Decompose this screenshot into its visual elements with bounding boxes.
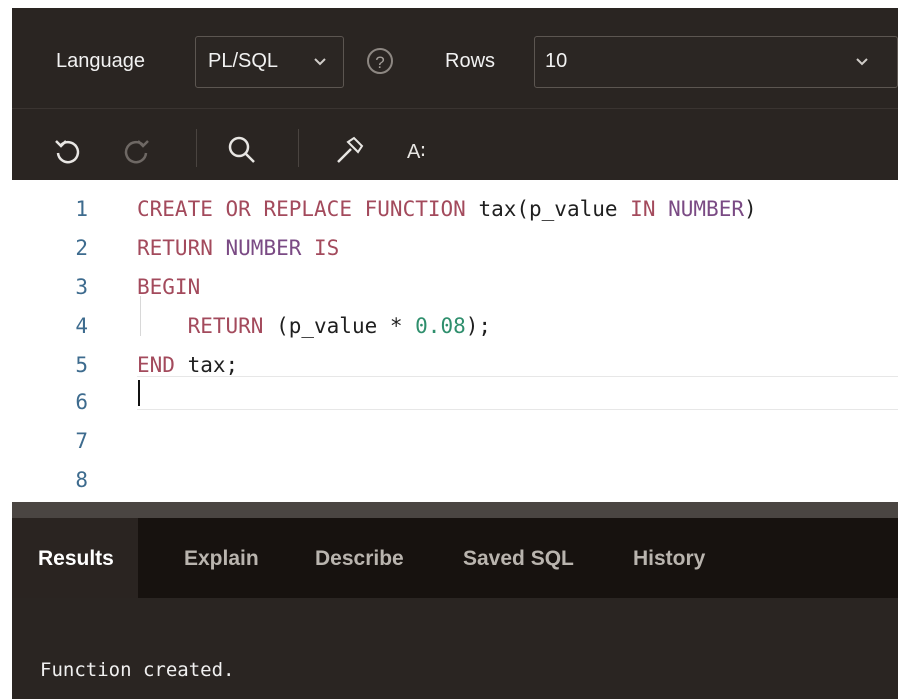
language-value: PL/SQL	[208, 50, 279, 72]
hammer-icon[interactable]	[334, 134, 366, 166]
line-number: 2	[75, 236, 88, 260]
rows-value: 10	[545, 50, 568, 72]
help-icon[interactable]: ?	[367, 48, 393, 74]
line-number-gutter: 1 2 3 4 5 6 7 8	[12, 180, 98, 502]
output-tabs: Results Explain Describe Saved SQL Histo…	[12, 518, 898, 598]
language-label: Language	[56, 50, 145, 72]
code-line-1: CREATE OR REPLACE FUNCTION tax(p_value I…	[137, 197, 757, 221]
tab-results[interactable]: Results	[12, 518, 138, 598]
toolbar-divider	[298, 129, 299, 167]
tab-saved-sql[interactable]: Saved SQL	[463, 518, 574, 598]
rows-select[interactable]: 10	[534, 36, 898, 88]
editor-toolbar: A∶	[12, 108, 898, 189]
redo-icon[interactable]	[122, 136, 152, 166]
tab-history[interactable]: History	[633, 518, 705, 598]
toolbar-divider	[196, 129, 197, 167]
result-message: Function created.	[40, 659, 235, 681]
text-cursor	[138, 380, 140, 406]
current-line-highlight	[137, 376, 898, 410]
line-number: 7	[75, 429, 88, 453]
code-line-4: RETURN (p_value * 0.08);	[187, 314, 492, 338]
chevron-down-icon	[314, 58, 326, 66]
line-number: 5	[75, 353, 88, 377]
chevron-down-icon	[856, 58, 868, 66]
line-number: 6	[75, 390, 88, 414]
search-icon[interactable]	[226, 134, 258, 166]
language-select[interactable]: PL/SQL	[195, 36, 344, 88]
code-line-3: BEGIN	[137, 275, 201, 299]
rows-label: Rows	[445, 50, 496, 72]
left-margin	[0, 0, 12, 699]
undo-icon[interactable]	[52, 136, 82, 166]
tab-explain[interactable]: Explain	[184, 518, 259, 598]
results-panel: Function created.	[12, 598, 898, 699]
line-number: 3	[75, 275, 88, 299]
settings-toolbar: Language PL/SQL ? Rows 10	[12, 8, 898, 108]
code-editor[interactable]: 1 2 3 4 5 6 7 8 CREATE OR REPLACE FUNCTI…	[12, 180, 898, 502]
line-number: 1	[75, 197, 88, 221]
line-number: 4	[75, 314, 88, 338]
code-line-5: END tax;	[137, 353, 239, 377]
code-line-2: RETURN NUMBER IS	[137, 236, 340, 260]
tab-describe[interactable]: Describe	[315, 518, 404, 598]
format-code-button[interactable]: A∶	[407, 139, 426, 164]
sql-workshop-window: Language PL/SQL ? Rows 10 A∶ 1 2 3 4 5 6…	[0, 0, 898, 699]
line-number: 8	[75, 468, 88, 492]
